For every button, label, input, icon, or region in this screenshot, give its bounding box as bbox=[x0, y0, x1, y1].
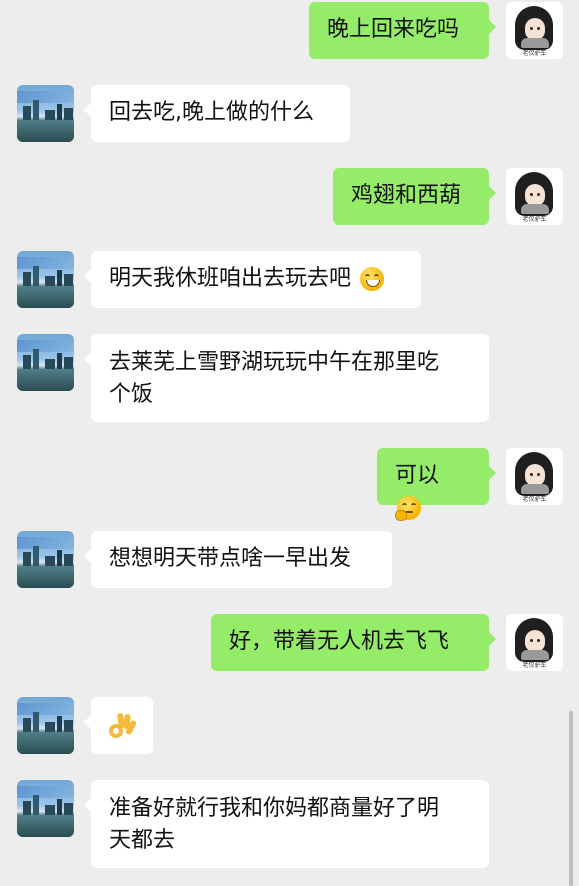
message-bubble-incoming[interactable]: 去莱芜上雪野湖玩玩中午在那里吃 个饭 bbox=[84, 334, 489, 422]
message-bubble-incoming[interactable]: 想想明天带点啥一早出发 bbox=[84, 531, 392, 588]
chat-message-list[interactable]: 晚上回来吃吗 老仅驴车 回去吃,晚上做的什么 鸡翅和西葫 老仅驴车 明天我休班咱… bbox=[0, 0, 579, 886]
message-bubble-outgoing[interactable]: 好，带着无人机去飞飞 bbox=[211, 614, 496, 671]
message-bubble-incoming[interactable]: 明天我休班咱出去玩去吧 bbox=[84, 251, 421, 308]
message-bubble-outgoing[interactable]: 鸡翅和西葫 bbox=[333, 168, 496, 225]
avatar-tag: 老仅驴车 bbox=[522, 216, 547, 223]
message-text: 明天我休班咱出去玩去吧 bbox=[109, 266, 352, 291]
avatar-self[interactable]: 老仅驴车 bbox=[506, 168, 563, 225]
message-text-line: 去莱芜上雪野湖玩玩中午在那里吃 bbox=[109, 350, 440, 375]
avatar-contact[interactable] bbox=[17, 531, 74, 588]
scrollbar[interactable] bbox=[569, 711, 573, 886]
message-text-line: 个饭 bbox=[109, 382, 154, 407]
avatar-contact[interactable] bbox=[17, 697, 74, 754]
message-text: 回去吃,晚上做的什么 bbox=[109, 100, 314, 125]
avatar-self[interactable]: 老仅驴车 bbox=[506, 614, 563, 671]
message-text-line: 准备好就行我和你妈都商量好了明 bbox=[109, 796, 440, 821]
avatar-contact[interactable] bbox=[17, 780, 74, 837]
message-text: 鸡翅和西葫 bbox=[351, 183, 462, 208]
message-bubble-incoming[interactable]: 准备好就行我和你妈都商量好了明 天都去 bbox=[84, 780, 489, 868]
message-text: 晚上回来吃吗 bbox=[327, 17, 460, 42]
thinking-emoji bbox=[395, 496, 421, 521]
message-text: 可以 bbox=[395, 463, 440, 488]
avatar-contact[interactable] bbox=[17, 334, 74, 391]
avatar-tag: 老仅驴车 bbox=[522, 662, 547, 669]
ok-hand-emoji bbox=[108, 712, 138, 741]
message-text-line: 天都去 bbox=[109, 828, 176, 853]
avatar-contact[interactable] bbox=[17, 85, 74, 142]
grin-emoji bbox=[360, 267, 385, 291]
message-text: 想想明天带点啥一早出发 bbox=[109, 546, 352, 571]
message-bubble-outgoing[interactable]: 晚上回来吃吗 bbox=[309, 2, 496, 59]
avatar-self[interactable]: 老仅驴车 bbox=[506, 448, 563, 505]
message-bubble-incoming[interactable]: 回去吃,晚上做的什么 bbox=[84, 85, 350, 142]
message-text: 好，带着无人机去飞飞 bbox=[229, 629, 450, 654]
avatar-tag: 老仅驴车 bbox=[522, 496, 547, 503]
avatar-tag: 老仅驴车 bbox=[522, 50, 547, 57]
avatar-self[interactable]: 老仅驴车 bbox=[506, 2, 563, 59]
message-bubble-outgoing[interactable]: 可以 bbox=[377, 448, 496, 521]
avatar-contact[interactable] bbox=[17, 251, 74, 308]
